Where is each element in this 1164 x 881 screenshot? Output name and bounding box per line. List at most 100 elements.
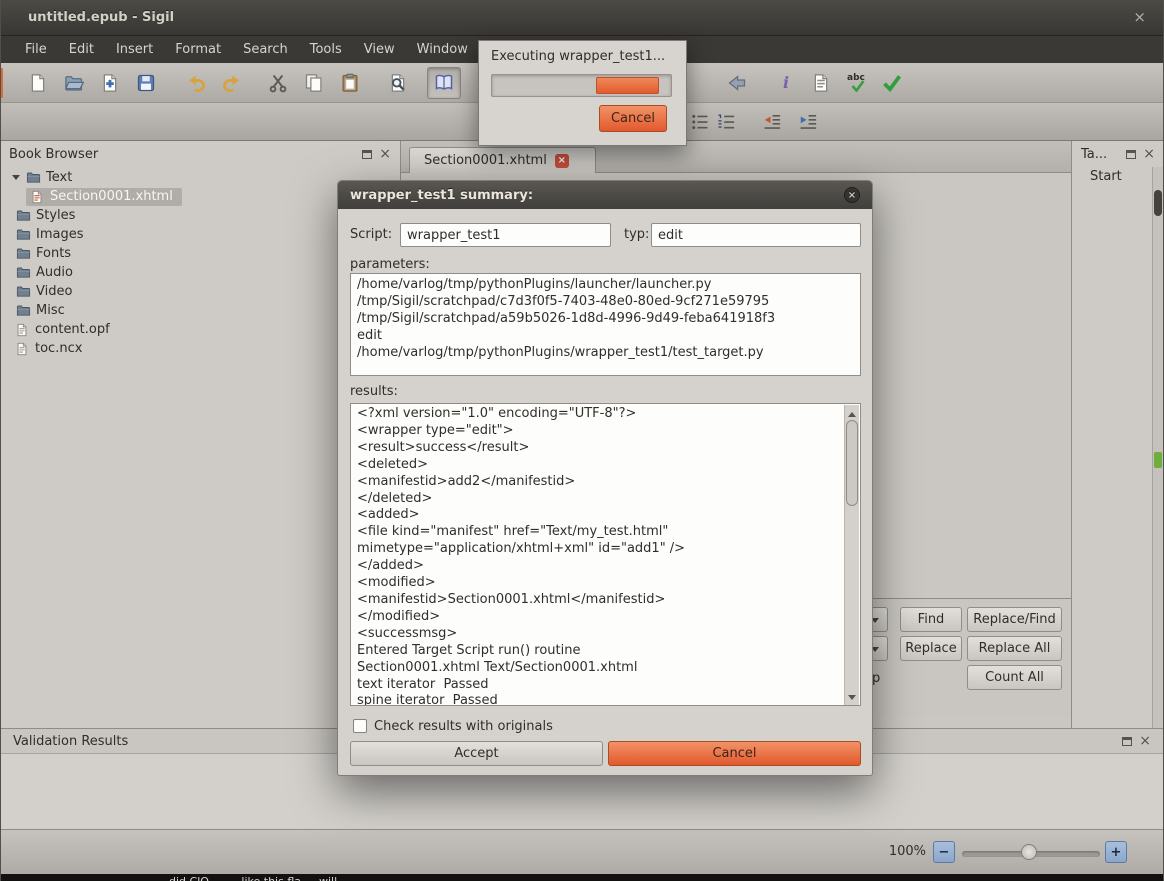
close-panel-icon[interactable]: ×: [379, 147, 391, 161]
replace-all-button[interactable]: Replace All: [967, 636, 1062, 661]
scroll-down-icon[interactable]: [845, 692, 859, 705]
script-input[interactable]: [400, 223, 611, 247]
result-line: Entered Target Script run() routine: [357, 642, 581, 658]
back-icon[interactable]: [725, 71, 749, 95]
expander-icon[interactable]: [12, 175, 20, 184]
undo-icon[interactable]: [184, 71, 208, 95]
result-line: <added>: [357, 507, 420, 523]
float-panel-icon[interactable]: [362, 149, 373, 159]
check-results-checkbox[interactable]: [353, 719, 367, 733]
xhtml-file-icon: [29, 189, 45, 205]
parameters-label: parameters:: [350, 257, 430, 272]
toc-entry[interactable]: Start: [1090, 169, 1122, 184]
replace-button[interactable]: Replace: [900, 636, 962, 661]
results-label: results:: [350, 384, 398, 399]
redo-icon[interactable]: [220, 71, 244, 95]
tree-item-label: toc.ncx: [35, 341, 83, 356]
find-button[interactable]: Find: [900, 607, 962, 632]
new-file-icon[interactable]: [26, 71, 50, 95]
result-line: <deleted>: [357, 456, 428, 472]
menu-item[interactable]: Format: [164, 36, 232, 63]
results-box[interactable]: <?xml version="1.0" encoding="UTF-8"?> <w…: [350, 403, 861, 706]
float-panel-icon[interactable]: [1122, 736, 1133, 746]
metadata-editor-icon[interactable]: [809, 71, 833, 95]
results-scrollbar-handle[interactable]: [846, 420, 858, 506]
indent-decrease-icon[interactable]: [760, 110, 784, 134]
cancel-button[interactable]: Cancel: [608, 741, 861, 766]
save-icon[interactable]: [134, 71, 158, 95]
typ-input[interactable]: [651, 223, 861, 247]
menu-item[interactable]: File: [14, 36, 58, 63]
dialog-titlebar: wrapper_test1 summary: ×: [338, 181, 872, 209]
tree-item-label: Styles: [36, 208, 76, 223]
window-close-icon[interactable]: ×: [1133, 10, 1146, 25]
folder-icon: [25, 170, 41, 186]
toc-header: Ta... ×: [1072, 141, 1164, 167]
tree-item-label: Misc: [36, 303, 65, 318]
result-line: <wrapper type="edit">: [357, 422, 514, 438]
menu-item[interactable]: Search: [232, 36, 299, 63]
split-view-icon[interactable]: [427, 67, 461, 99]
metadata-icon[interactable]: i: [774, 71, 798, 95]
parameters-box[interactable]: /home/varlog/tmp/pythonPlugins/launcher/…: [350, 273, 861, 376]
tree-item-label: Fonts: [36, 246, 72, 261]
menu-item[interactable]: Insert: [105, 36, 164, 63]
parameter-line: /tmp/Sigil/scratchpad/a59b5026-1d8d-4996…: [357, 311, 776, 326]
validate-epub-icon[interactable]: [880, 71, 904, 95]
bulleted-list-icon[interactable]: [688, 110, 712, 134]
indent-increase-icon[interactable]: [796, 110, 820, 134]
zoom-slider-handle[interactable]: [1021, 844, 1037, 860]
progress-bar-chunk: [596, 77, 659, 94]
tab-section0001[interactable]: Section0001.xhtml ×: [409, 147, 596, 173]
zoom-in-button[interactable]: +: [1105, 841, 1127, 863]
statusbar: 100% − +: [0, 829, 1164, 874]
replace-find-button[interactable]: Replace/Find: [967, 607, 1062, 632]
result-line: mimetype="application/xhtml+xml" id="add…: [357, 541, 686, 557]
find-icon[interactable]: [386, 71, 410, 95]
copy-icon[interactable]: [302, 71, 326, 95]
close-panel-icon[interactable]: ×: [1139, 734, 1151, 748]
folder-icon: [15, 284, 31, 300]
numbered-list-icon[interactable]: [714, 110, 738, 134]
tree-item-label: Text: [46, 170, 73, 185]
dialog-title: wrapper_test1 summary:: [350, 187, 534, 203]
menu-item[interactable]: View: [353, 36, 406, 63]
menu-item[interactable]: Edit: [58, 36, 105, 63]
count-all-button[interactable]: Count All: [967, 665, 1062, 690]
scrollbar-green-mark: [1154, 452, 1162, 468]
tree-item-label: Video: [36, 284, 73, 299]
scroll-up-icon[interactable]: [845, 405, 859, 419]
progress-cancel-button[interactable]: Cancel: [599, 105, 667, 132]
open-file-icon[interactable]: [62, 71, 86, 95]
close-panel-icon[interactable]: ×: [1143, 147, 1155, 161]
right-scrollbar-track[interactable]: [1152, 167, 1163, 728]
results-scrollbar[interactable]: [844, 405, 859, 705]
accept-button[interactable]: Accept: [350, 741, 603, 766]
result-line: <?xml version="1.0" encoding="UTF-8"?>: [357, 406, 637, 421]
float-panel-icon[interactable]: [1126, 149, 1137, 159]
zoom-out-button[interactable]: −: [933, 841, 955, 863]
checkbox-label: Check results with originals: [374, 719, 553, 734]
dialog-close-icon[interactable]: ×: [844, 187, 860, 203]
result-line: <successmsg>: [357, 625, 458, 641]
menu-item[interactable]: Tools: [299, 36, 353, 63]
progress-bar: [491, 74, 672, 97]
tab-close-icon[interactable]: ×: [554, 153, 569, 168]
cut-icon[interactable]: [266, 71, 290, 95]
menu-item[interactable]: Window: [406, 36, 479, 63]
right-scrollbar-handle[interactable]: [1154, 190, 1162, 216]
toc-title: Ta...: [1081, 146, 1108, 162]
add-existing-file-icon[interactable]: [98, 71, 122, 95]
tree-item-label: content.opf: [35, 322, 110, 337]
result-line: Section0001.xhtml Text/Section0001.xhtml: [357, 659, 638, 675]
toolbar-drag-handle[interactable]: [0, 68, 3, 98]
progress-title: Executing wrapper_test1...: [491, 49, 666, 64]
paste-icon[interactable]: [338, 71, 362, 95]
clipped-background-text: … … did ClO … … like this fla … will …: [140, 875, 352, 881]
script-label: Script:: [350, 227, 393, 242]
parameter-line: edit: [357, 328, 382, 343]
tree-item-label: Audio: [36, 265, 73, 280]
spellcheck-icon[interactable]: abc: [845, 71, 869, 95]
file-icon: [14, 322, 30, 338]
validation-title: Validation Results: [13, 733, 129, 749]
